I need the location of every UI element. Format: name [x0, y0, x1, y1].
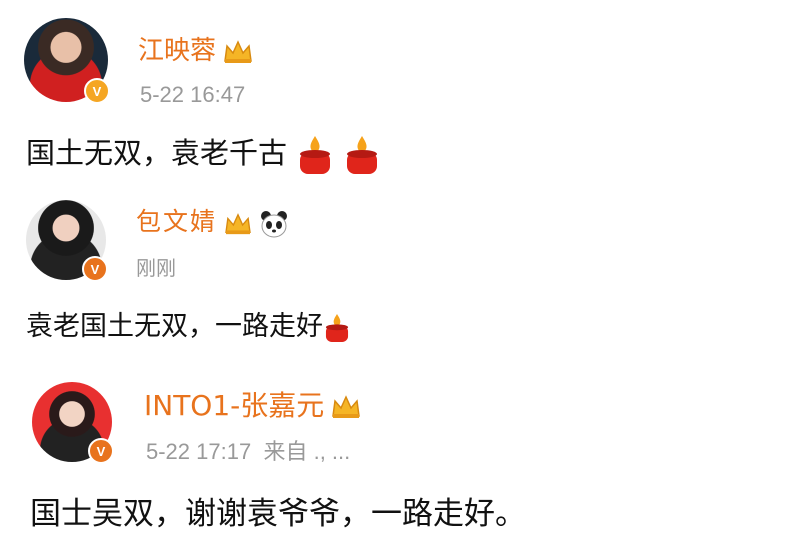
post-2: V 包文婧 刚刚 袁老国土无双，一路走好	[0, 190, 787, 360]
crown-icon	[225, 212, 251, 234]
timestamp: 5-22 16:47	[140, 82, 246, 107]
panda-icon	[261, 210, 288, 237]
timestamp: 刚刚	[136, 256, 176, 280]
post-text: 国土无双，袁老千古	[26, 130, 381, 176]
verified-badge-icon: V	[88, 438, 114, 464]
post-3: V INTO1-张嘉元 5-22 17:17 来自 ., ... 国士吴双，谢谢…	[0, 370, 787, 550]
username[interactable]: 江映蓉	[138, 30, 254, 67]
candle-icon	[300, 136, 331, 174]
avatar[interactable]: V	[32, 382, 114, 464]
username[interactable]: 包文婧	[136, 202, 289, 238]
verified-badge-icon: V	[82, 256, 108, 282]
avatar[interactable]: V	[24, 18, 110, 104]
candle-icon	[347, 136, 378, 174]
crown-icon	[224, 39, 252, 63]
avatar[interactable]: V	[26, 200, 108, 282]
timestamp: 5-22 17:17 来自 ., ...	[146, 439, 351, 464]
post-text: 国士吴双，谢谢袁爷爷，一路走好。	[30, 496, 526, 532]
crown-icon	[332, 395, 361, 418]
username[interactable]: INTO1-张嘉元	[144, 384, 362, 424]
candle-icon	[325, 313, 349, 342]
post-1: V 江映蓉 5-22 16:47 国土无双，袁老千古	[0, 0, 787, 180]
source-label: 来自	[263, 439, 308, 464]
verified-badge-icon: V	[84, 78, 110, 104]
source-rest: ., ...	[313, 439, 351, 464]
post-text: 袁老国土无双，一路走好	[26, 304, 351, 344]
